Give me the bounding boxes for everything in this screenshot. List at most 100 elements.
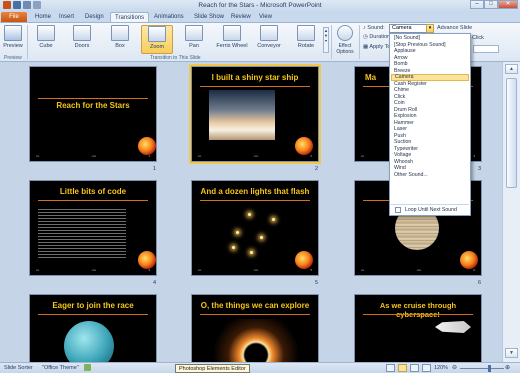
slide-number: 1 [153,166,157,172]
rotate-transition-icon [297,25,315,41]
slide-divider [38,98,148,99]
slide-divider [363,314,473,315]
transition-label: Cube [39,43,53,49]
light-icon [232,246,235,249]
transition-doors-button[interactable]: Doors [66,25,98,54]
window-controls: – □ ✕ [470,0,518,9]
slide-title: Little bits of code [59,187,127,196]
transition-rotate-button[interactable]: Rotate [290,25,322,54]
slide-thumbnail-1[interactable]: Reach for the Stars ▪▪▪ ▪▪▪▪ 1 [29,66,157,162]
slide-title: O, the things we can explore [200,301,310,310]
slide-thumbnail-7[interactable]: Eager to join the race [29,294,157,362]
tab-file[interactable]: File [1,12,27,22]
apply-to-all-button[interactable]: ▦ Apply To [363,44,390,50]
scroll-down-button[interactable]: ▼ [505,348,518,358]
doors-transition-icon [73,25,91,41]
close-button[interactable]: ✕ [498,0,518,9]
slide-thumbnail-4[interactable]: Little bits of code ▪▪▪ ▪▪▪▪ 4 [29,180,157,276]
transition-cube-button[interactable]: Cube [30,25,62,54]
preview-label: Preview [3,43,23,49]
status-bar: Slide Sorter "Office Theme" 120% ⊖ ⊕ [0,362,520,373]
slide-title: And a dozen lights that flash [200,187,310,196]
slide-thumbnail-2[interactable]: I built a shiny star ship ▪▪▪ ▪▪▪▪ 2 [189,64,321,164]
sound-list: [No Sound] [Stop Previous Sound] Applaus… [391,35,469,205]
light-icon [272,218,275,221]
tab-insert[interactable]: Insert [55,12,78,22]
view-mode-label: Slide Sorter [4,365,33,371]
zoom-slider[interactable] [460,368,504,369]
tab-review[interactable]: Review [227,12,255,22]
loop-label: Loop Until Next Sound [405,207,457,213]
transition-pan-button[interactable]: Pan [178,25,210,54]
effect-options-label: Effect Options [336,43,354,55]
transition-ferris-wheel-button[interactable]: Ferris Wheel [214,25,250,54]
sun-image [138,251,156,269]
on-mouse-click-checkbox[interactable]: Click [472,35,484,41]
transition-label: Ferris Wheel [216,43,248,49]
zoom-level[interactable]: 120% [434,365,448,371]
scroll-up-button[interactable]: ▲ [505,64,518,74]
sun-image [460,251,478,269]
group-separator [331,25,332,59]
after-time-field[interactable] [473,45,499,53]
group-separator [27,25,28,59]
loop-until-next-sound-option[interactable]: Loop Until Next Sound [391,204,469,214]
tooltip: Photoshop Elements Editor [175,364,250,373]
loop-checkbox[interactable] [395,207,401,213]
slide-footer: ▪▪▪ ▪▪▪▪ 5 [198,268,312,272]
zoom-slider-thumb[interactable] [488,365,491,372]
preview-button[interactable]: Preview [2,25,24,54]
gallery-scroll-buttons[interactable]: ▲ ▼ ▾ [323,27,329,53]
tab-slide-show[interactable]: Slide Show [190,12,228,22]
space-shuttle-image [435,321,471,333]
preview-group-label: Preview [4,55,22,61]
effect-options-button[interactable]: Effect Options [333,25,357,55]
normal-view-icon[interactable] [386,364,395,372]
transition-conveyor-button[interactable]: Conveyor [253,25,285,54]
click-label: Click [472,35,484,41]
slide-title: Reach for the Stars [56,101,130,110]
tab-home[interactable]: Home [31,12,55,22]
transition-group-label: Transition to This Slide [150,55,201,61]
reading-view-icon[interactable] [410,364,419,372]
planet-image [64,321,114,362]
slide-number: 6 [478,280,482,286]
transition-label: Zoom [149,44,165,50]
zoom-out-button[interactable]: ⊖ [452,364,457,371]
sound-option[interactable]: Other Sound... [391,172,469,179]
eclipse-image [206,319,306,362]
minimize-button[interactable]: – [470,0,484,9]
vertical-scrollbar[interactable]: ▲ ▼ [502,62,520,362]
tab-transitions[interactable]: Transitions [110,12,150,22]
slide-thumbnail-9[interactable]: As we cruise through cyberspace! [354,294,482,362]
slide-thumbnail-8[interactable]: O, the things we can explore [191,294,319,362]
tab-animations[interactable]: Animations [150,12,188,22]
scroll-thumb[interactable] [506,78,517,188]
slide-thumbnail-5[interactable]: And a dozen lights that flash ▪▪▪ ▪▪▪▪ 5 [191,180,319,276]
slide-title: As we cruise through cyberspace! [379,301,457,319]
sound-dropdown-button[interactable]: ▾ [426,24,434,33]
transition-zoom-button[interactable]: Zoom [141,25,173,54]
code-text-block [38,207,126,259]
theme-label: "Office Theme" [42,365,79,371]
transition-box-button[interactable]: Box [104,25,136,54]
transition-label: Pan [189,43,199,49]
pan-transition-icon [185,25,203,41]
tab-view[interactable]: View [255,12,276,22]
zoom-in-button[interactable]: ⊕ [505,364,510,371]
slide-divider [200,86,310,87]
slide-divider [200,200,310,201]
window-title: Reach for the Stars - Microsoft PowerPoi… [198,2,322,9]
ferris-wheel-transition-icon [223,25,241,41]
slide-sorter-view-icon[interactable] [398,364,407,372]
tab-design[interactable]: Design [81,12,108,22]
apply-label: Apply To [369,44,391,50]
maximize-button[interactable]: □ [484,0,498,9]
light-icon [248,213,251,216]
slide-footer: ▪▪▪ ▪▪▪▪ 6 [361,268,475,272]
spell-check-icon[interactable] [84,364,91,371]
slide-divider [38,200,148,201]
title-bar: Reach for the Stars - Microsoft PowerPoi… [0,0,520,11]
slide-show-view-icon[interactable] [422,364,431,372]
ribbon-tabs: File Home Insert Design Transitions Anim… [0,11,520,22]
